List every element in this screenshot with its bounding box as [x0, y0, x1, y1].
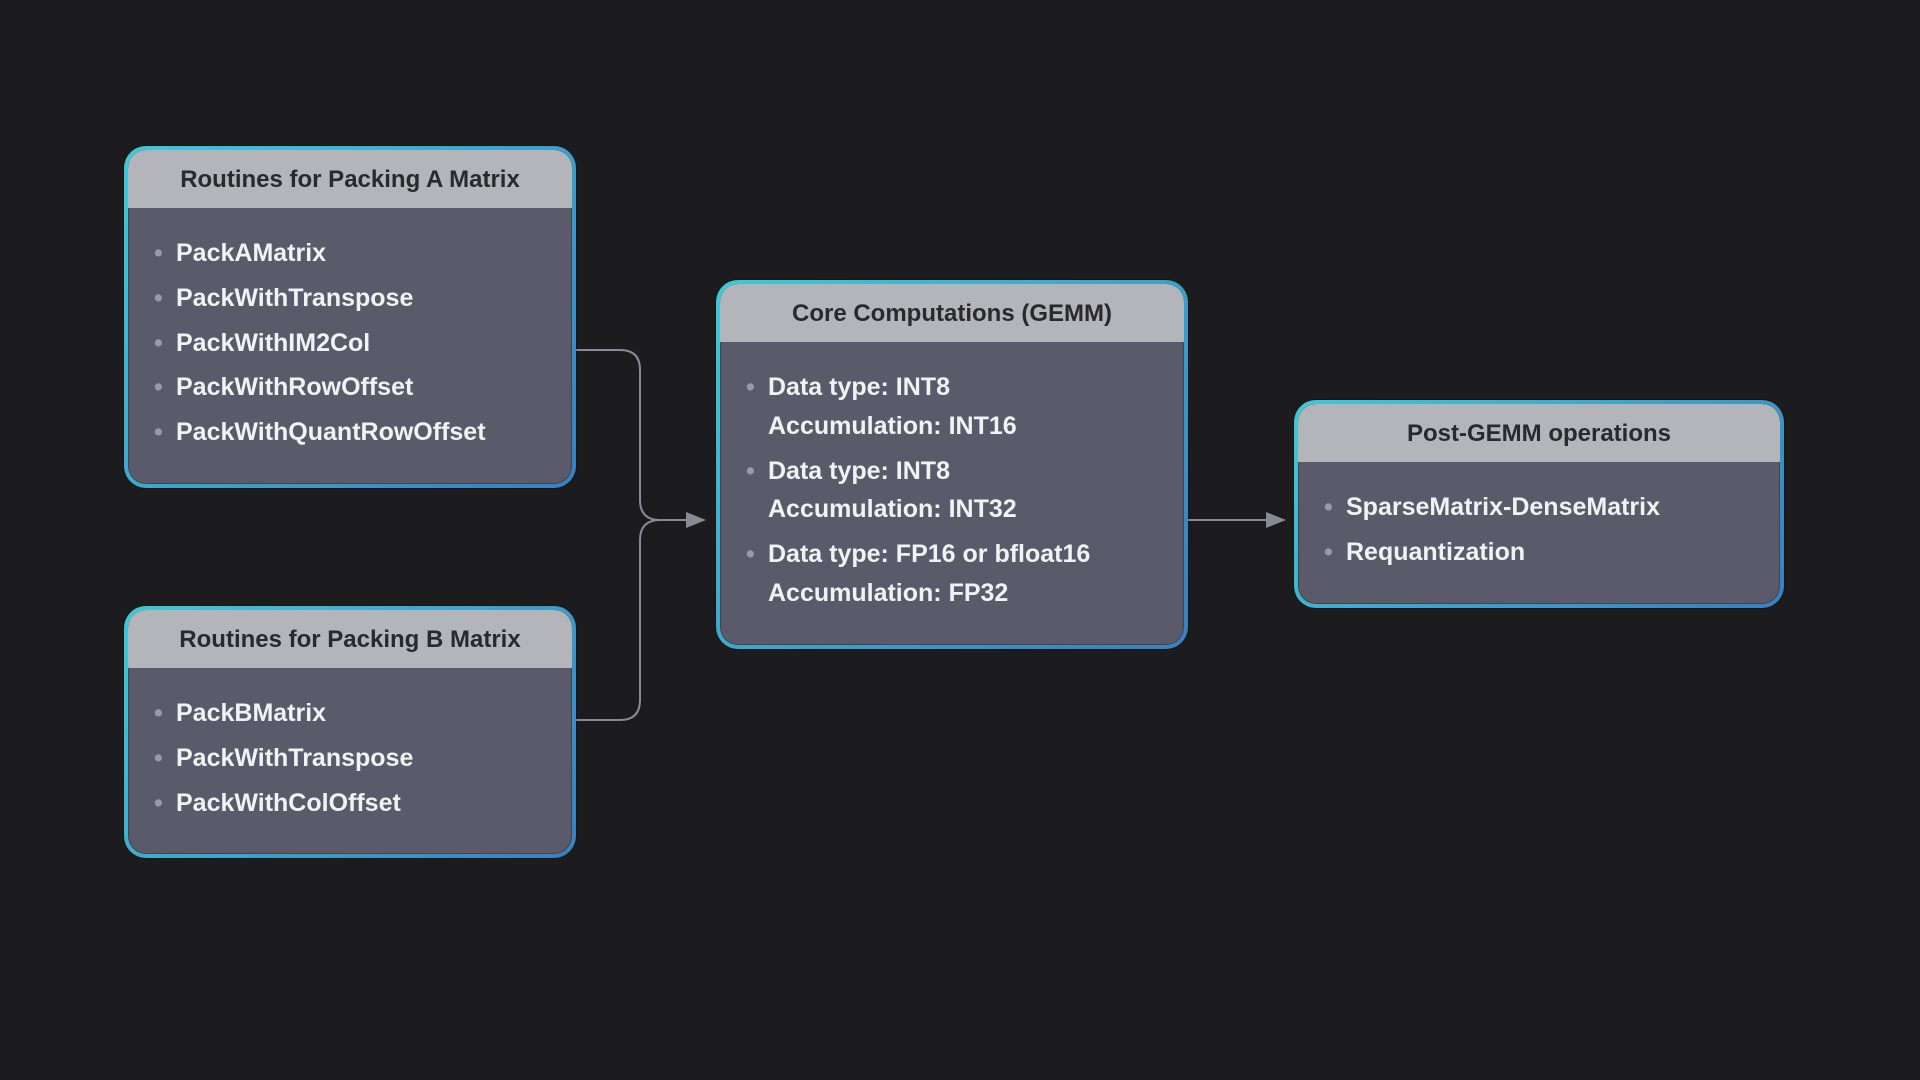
card-pack-b-list: PackBMatrix PackWithTranspose PackWithCo… — [152, 694, 548, 822]
list-item: Data type: FP16 or bfloat16 Accumulation… — [744, 535, 1160, 613]
card-core-title: Core Computations (GEMM) — [720, 284, 1184, 342]
card-post-title: Post-GEMM operations — [1298, 404, 1780, 462]
list-item: PackBMatrix — [152, 694, 548, 733]
card-post: Post-GEMM operations SparseMatrix-DenseM… — [1294, 400, 1784, 608]
connector-packA-to-core — [576, 350, 704, 520]
list-item: PackAMatrix — [152, 234, 548, 273]
list-item: PackWithTranspose — [152, 739, 548, 778]
list-item: PackWithRowOffset — [152, 368, 548, 407]
list-item-line1: Data type: INT8 — [768, 373, 950, 401]
list-item: Data type: INT8 Accumulation: INT32 — [744, 452, 1160, 530]
list-item-line2: Accumulation: INT32 — [768, 490, 1160, 529]
card-pack-a-title: Routines for Packing A Matrix — [128, 150, 572, 208]
list-item-line1: Data type: INT8 — [768, 457, 950, 485]
list-item: PackWithColOffset — [152, 784, 548, 823]
card-core-list: Data type: INT8 Accumulation: INT16 Data… — [744, 368, 1160, 613]
list-item-line2: Accumulation: INT16 — [768, 407, 1160, 446]
card-core: Core Computations (GEMM) Data type: INT8… — [716, 280, 1188, 649]
card-pack-a: Routines for Packing A Matrix PackAMatri… — [124, 146, 576, 488]
list-item: Data type: INT8 Accumulation: INT16 — [744, 368, 1160, 446]
card-pack-a-list: PackAMatrix PackWithTranspose PackWithIM… — [152, 234, 548, 452]
card-post-list: SparseMatrix-DenseMatrix Requantization — [1322, 488, 1756, 572]
list-item-line2: Accumulation: FP32 — [768, 574, 1160, 613]
list-item-line1: Data type: FP16 or bfloat16 — [768, 540, 1090, 568]
list-item: SparseMatrix-DenseMatrix — [1322, 488, 1756, 527]
card-pack-b: Routines for Packing B Matrix PackBMatri… — [124, 606, 576, 858]
list-item: PackWithIM2Col — [152, 324, 548, 363]
diagram-stage: Routines for Packing A Matrix PackAMatri… — [0, 0, 1920, 1080]
connector-packB-to-core — [576, 520, 660, 720]
list-item: PackWithTranspose — [152, 279, 548, 318]
card-pack-b-title: Routines for Packing B Matrix — [128, 610, 572, 668]
list-item: Requantization — [1322, 533, 1756, 572]
list-item: PackWithQuantRowOffset — [152, 413, 548, 452]
